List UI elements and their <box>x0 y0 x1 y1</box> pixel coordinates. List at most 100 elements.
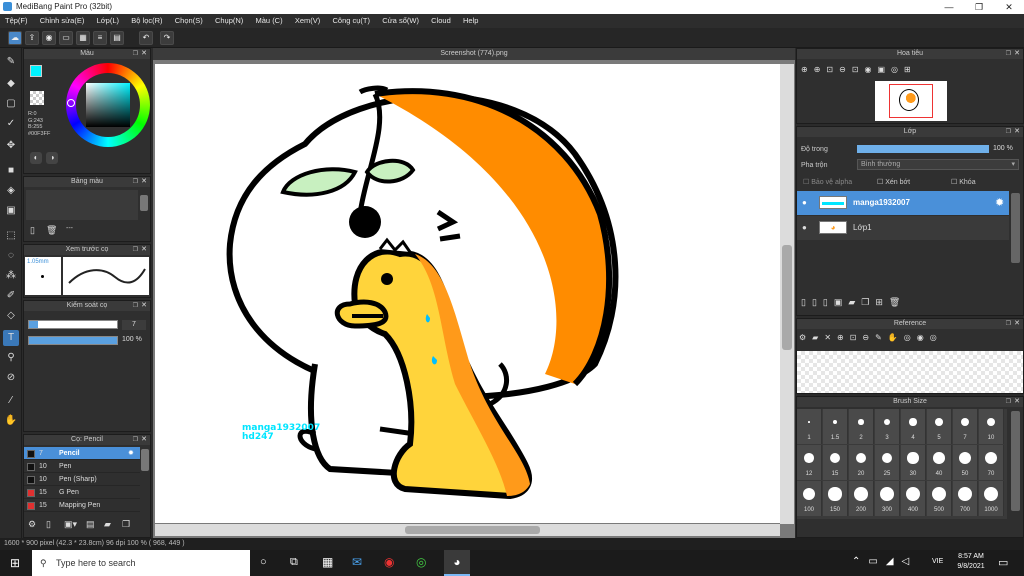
grid-icon[interactable]: ▦ <box>76 31 90 45</box>
brush-size-option[interactable]: 10 <box>979 409 1004 444</box>
gradient-tool-icon[interactable]: ▣ <box>3 203 19 219</box>
shape-tool-icon[interactable]: ▢ <box>3 96 19 112</box>
brush-list-item[interactable]: 15 Mapping Pen <box>24 499 140 512</box>
brush-size-option[interactable]: 300 <box>875 481 900 516</box>
brush-size-option[interactable]: 4 <box>901 409 926 444</box>
horizontal-scroll-thumb[interactable] <box>405 526 540 534</box>
undo-icon[interactable]: ↶ <box>139 31 153 45</box>
visibility-eye-icon[interactable]: ● <box>802 223 807 232</box>
close-icon[interactable]: ✕ <box>141 49 147 59</box>
close-icon[interactable]: ✕ <box>1014 319 1020 329</box>
brush-tool-icon[interactable]: ✎ <box>3 54 19 70</box>
hue-wheel[interactable] <box>66 63 150 147</box>
magic-wand-tool-icon[interactable]: ⁂ <box>3 268 19 284</box>
lock-checkbox[interactable]: ☐ Khóa <box>951 178 976 186</box>
pin-icon[interactable]: ❐ <box>133 435 138 445</box>
close-icon[interactable]: ✕ <box>141 177 147 187</box>
pin-icon[interactable]: ❐ <box>1006 127 1011 137</box>
mail-icon[interactable]: ✉ <box>352 555 362 569</box>
pin-icon[interactable]: ❐ <box>133 245 138 255</box>
cloud-icon[interactable]: ☁ <box>8 31 22 45</box>
lasso-tool-icon[interactable]: ◌ <box>3 248 19 264</box>
brush-add-icon[interactable]: ⚙ <box>28 519 36 530</box>
close-icon[interactable]: ✕ <box>1014 397 1020 407</box>
brush-size-option[interactable]: 5 <box>927 409 952 444</box>
saturation-square[interactable] <box>86 83 130 127</box>
menu-filter[interactable]: Bộ lọc(R) <box>126 14 167 25</box>
layer-opacity-slider[interactable] <box>857 145 989 153</box>
brush-size-option[interactable]: 12 <box>797 445 822 480</box>
transparent-swatch[interactable] <box>30 91 44 105</box>
menu-layer[interactable]: Lớp(L) <box>92 14 124 25</box>
brush-size-option[interactable]: 500 <box>927 481 952 516</box>
navigator-thumbnail[interactable] <box>875 81 947 121</box>
eyedropper-tool-icon[interactable]: ⁄ <box>3 393 19 409</box>
brush-size-value[interactable]: 7 <box>122 320 146 330</box>
close-icon[interactable]: ✕ <box>141 435 147 445</box>
brush-size-option[interactable]: 200 <box>849 481 874 516</box>
system-tray-icons[interactable]: ⌃▭◢◁ <box>852 556 917 567</box>
select-eraser-tool-icon[interactable]: ◇ <box>3 308 19 324</box>
fill-rect-tool-icon[interactable]: ■ <box>3 163 19 179</box>
blend-mode-select[interactable]: Bình thường ▾ <box>857 159 1019 170</box>
store-icon[interactable]: ▦ <box>322 555 333 569</box>
hue-handle[interactable] <box>67 99 75 107</box>
brush-list-item[interactable]: 10 Pen (Sharp) <box>24 473 140 486</box>
eyedrop-mode-icon[interactable]: ◑ <box>46 152 58 164</box>
brush-size-option[interactable]: 100 <box>797 481 822 516</box>
brush-size-option[interactable]: 1000 <box>979 481 1004 516</box>
layer-row-selected[interactable]: ● manga1932007 ✹ <box>797 191 1009 215</box>
brush-size-scrollbar[interactable] <box>1011 411 1020 511</box>
brush-opacity-slider[interactable] <box>28 336 118 345</box>
brush-size-option[interactable]: 25 <box>875 445 900 480</box>
clock[interactable]: 8:57 AM 9/8/2021 <box>954 553 988 570</box>
notification-icon[interactable]: ▭ <box>998 556 1008 569</box>
brush-size-option[interactable]: 30 <box>901 445 926 480</box>
menu-cloud[interactable]: Cloud <box>426 14 456 25</box>
menu-tools[interactable]: Công cụ(T) <box>328 14 376 25</box>
upload-icon[interactable]: ⇪ <box>25 31 39 45</box>
brush-size-slider[interactable] <box>28 320 118 329</box>
drawing-canvas[interactable]: manga1932007 hd247 <box>155 64 780 523</box>
palette-area[interactable] <box>26 190 138 220</box>
trash-icon[interactable]: 🗑 <box>46 225 57 235</box>
menu-color[interactable]: Màu (C) <box>251 14 288 25</box>
pin-icon[interactable]: ❐ <box>133 301 138 311</box>
brush-size-option[interactable]: 400 <box>901 481 926 516</box>
menu-edit[interactable]: Chỉnh sửa(E) <box>35 14 90 25</box>
brush-list-item[interactable]: 10 Pen <box>24 460 140 473</box>
menu-file[interactable]: Tệp(F) <box>0 14 33 25</box>
layer-settings-gear-icon[interactable]: ✹ <box>995 196 1004 209</box>
dotline-tool-icon[interactable]: ✓ <box>3 116 19 132</box>
brush-size-option[interactable]: 50 <box>953 445 978 480</box>
hand-tool-icon[interactable]: ✋ <box>3 413 19 429</box>
layer-toolbar[interactable]: ▯▯▯▣▰❐⊞🗑 <box>801 297 906 308</box>
close-icon[interactable]: ✕ <box>1014 127 1020 137</box>
visibility-eye-icon[interactable]: ● <box>802 198 807 207</box>
opera-icon[interactable]: ◉ <box>384 555 394 569</box>
bucket-tool-icon[interactable]: ◈ <box>3 183 19 199</box>
document-tab[interactable]: Screenshot (774).png <box>153 48 795 60</box>
brush-size-option[interactable]: 2 <box>849 409 874 444</box>
palette-scrollbar[interactable] <box>140 195 148 211</box>
menu-window[interactable]: Cửa sổ(W) <box>377 14 424 25</box>
brush-size-option[interactable]: 40 <box>927 445 952 480</box>
pin-icon[interactable]: ❐ <box>133 49 138 59</box>
clipping-checkbox[interactable]: ☐ Xén bớt <box>877 178 910 186</box>
app-icon-green[interactable]: ◎ <box>416 555 426 569</box>
reference-toolbar[interactable]: ⚙▰✕⊕⊡⊖✎✋◎◉◎ <box>799 333 943 342</box>
brush-size-option[interactable]: 700 <box>953 481 978 516</box>
brush-size-option[interactable]: 3 <box>875 409 900 444</box>
minimize-button[interactable]: — <box>934 0 964 14</box>
brush-size-option[interactable]: 20 <box>849 445 874 480</box>
cortana-icon[interactable]: ○ <box>260 556 267 568</box>
navigator-toolbar[interactable]: ⊕⊕⊡⊖⊡◉▣◎⊞ <box>801 65 917 74</box>
divide-tool-icon[interactable]: ⊘ <box>3 370 19 386</box>
pin-icon[interactable]: ❐ <box>1006 319 1011 329</box>
brush-list-item[interactable]: 15 G Pen <box>24 486 140 499</box>
close-icon[interactable]: ✕ <box>1014 49 1020 59</box>
language-indicator[interactable]: VIE <box>932 558 943 565</box>
menu-help[interactable]: Help <box>458 14 483 25</box>
menu-snap[interactable]: Chụp(N) <box>210 14 248 25</box>
pin-icon[interactable]: ❐ <box>1006 49 1011 59</box>
